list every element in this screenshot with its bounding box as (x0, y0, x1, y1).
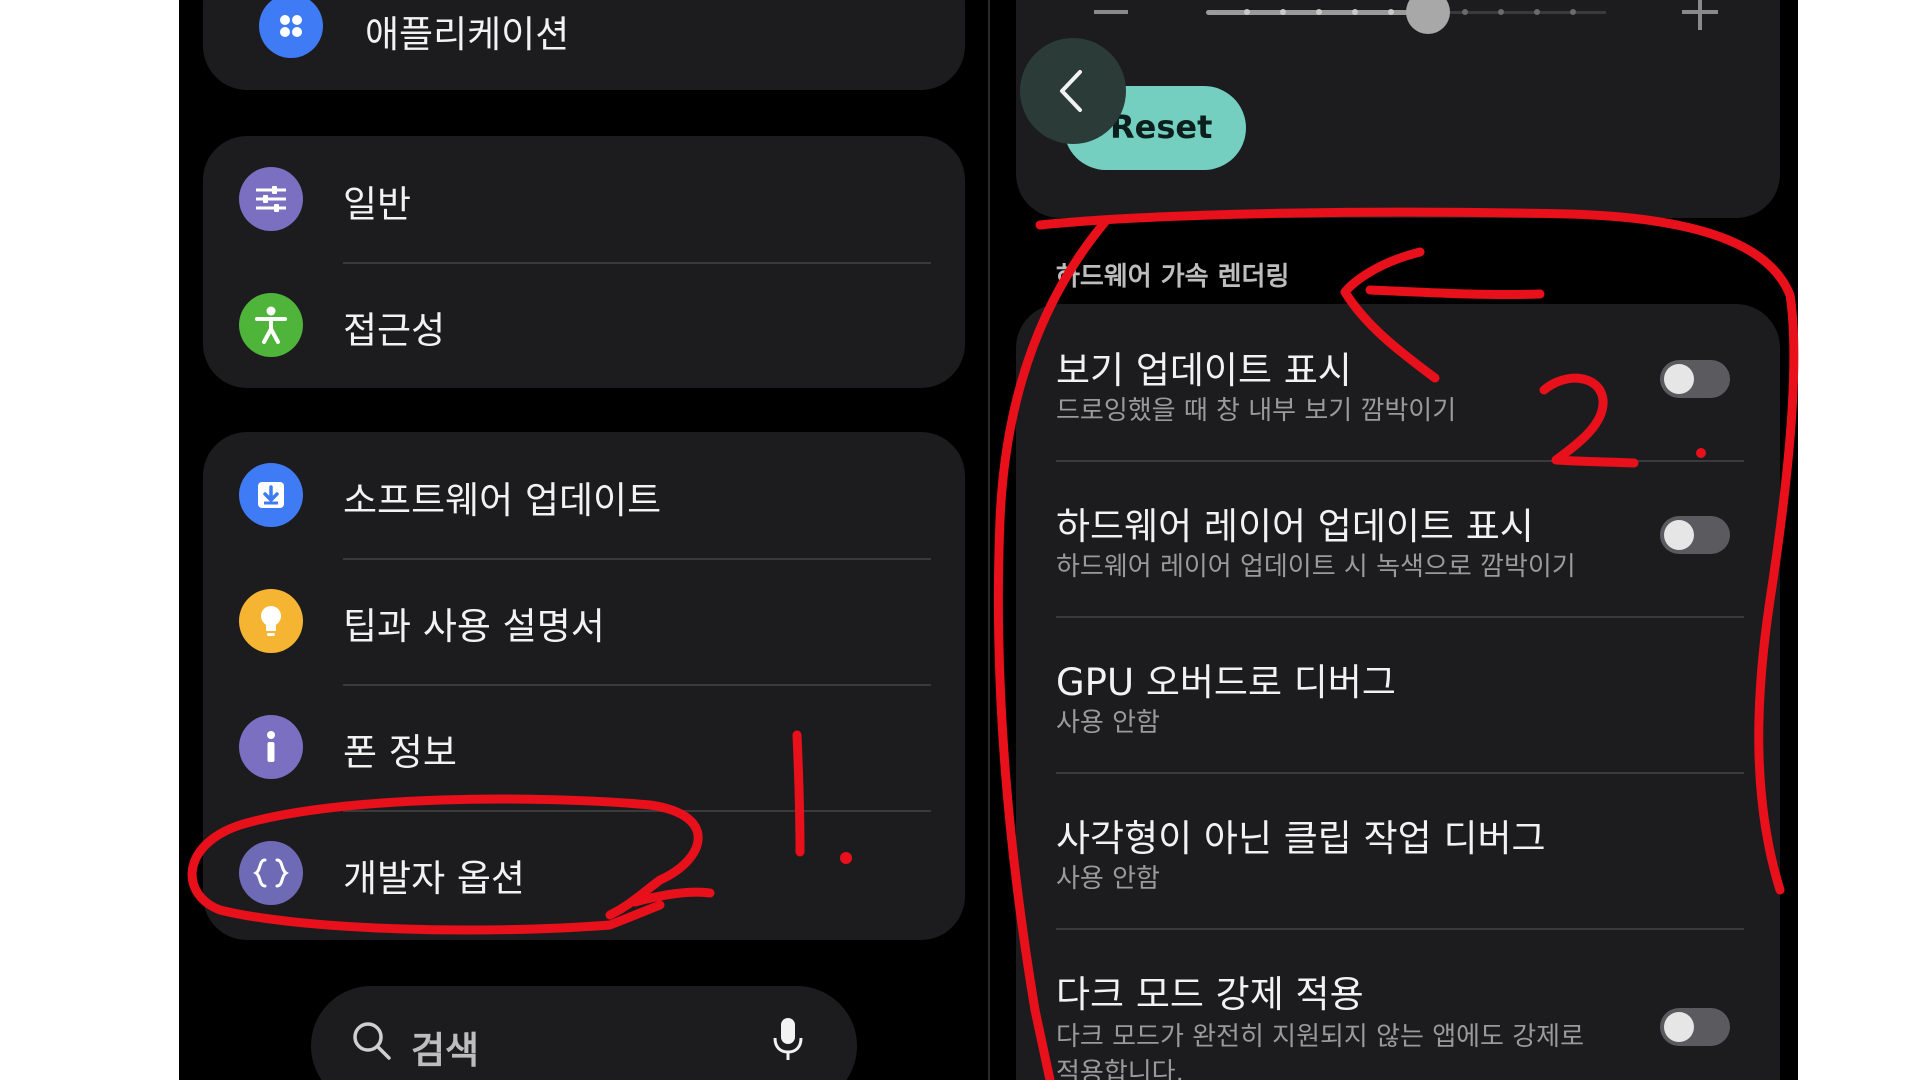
menu-item-apps[interactable]: 애플리케이션 (203, 0, 965, 90)
general-label: 일반 (343, 183, 412, 226)
plus-icon[interactable] (1682, 0, 1718, 30)
setting-subtitle: 다크 모드가 완전히 지원되지 않는 앱에도 강제로 (1056, 1022, 1584, 1052)
setting-show-view-updates[interactable]: 보기 업데이트 표시 드로잉했을 때 창 내부 보기 깜박이기 (1016, 304, 1780, 460)
search-icon (351, 1020, 393, 1066)
phone-info-label: 폰 정보 (343, 731, 457, 774)
back-button[interactable] (1020, 38, 1126, 144)
developer-options-panel: Reset 하드웨어 가속 렌더링 보기 업데이트 표시 드로잉했을 때 창 내… (990, 0, 1798, 1080)
info-icon (239, 715, 303, 779)
setting-title: 다크 모드 강제 적용 (1056, 973, 1364, 1016)
toggle-switch[interactable] (1660, 516, 1730, 554)
section-header: 하드웨어 가속 렌더링 (1056, 262, 1290, 292)
general-card: 일반 접근성 (203, 136, 965, 388)
microphone-icon[interactable] (771, 1016, 805, 1066)
setting-gpu-overdraw[interactable]: GPU 오버드로 디버그 사용 안함 (1016, 616, 1780, 772)
toggle-switch[interactable] (1660, 1008, 1730, 1046)
minus-icon[interactable] (1094, 10, 1128, 14)
menu-item-general[interactable]: 일반 (203, 136, 965, 262)
setting-subtitle: 드로잉했을 때 창 내부 보기 깜박이기 (1056, 396, 1457, 426)
menu-item-software-update[interactable]: 소프트웨어 업데이트 (203, 432, 965, 558)
download-icon (239, 463, 303, 527)
menu-item-accessibility[interactable]: 접근성 (203, 262, 965, 388)
apps-label: 애플리케이션 (365, 13, 570, 56)
setting-non-rect-clip[interactable]: 사각형이 아닌 클립 작업 디버그 사용 안함 (1016, 772, 1780, 928)
setting-subtitle: 하드웨어 레이어 업데이트 시 녹색으로 깜박이기 (1056, 552, 1576, 582)
rendering-settings-card: 보기 업데이트 표시 드로잉했을 때 창 내부 보기 깜박이기 하드웨어 레이어… (1016, 304, 1780, 1080)
chevron-left-icon (1060, 70, 1082, 112)
settings-menu-panel: 애플리케이션 일반 접근성 소프트웨어 업데이트 팁과 사용 설명서 폰 정보 … (179, 0, 988, 1080)
setting-title: 보기 업데이트 표시 (1056, 349, 1352, 392)
braces-icon (239, 841, 303, 905)
setting-show-hardware-layer-updates[interactable]: 하드웨어 레이어 업데이트 표시 하드웨어 레이어 업데이트 시 녹색으로 깜박… (1016, 460, 1780, 616)
setting-subtitle: 사용 안함 (1056, 708, 1160, 738)
setting-title: 사각형이 아닌 클립 작업 디버그 (1056, 817, 1546, 860)
sliders-icon (239, 167, 303, 231)
setting-subtitle: 사용 안함 (1056, 864, 1160, 894)
menu-item-phone-info[interactable]: 폰 정보 (203, 684, 965, 810)
search-bar[interactable]: 검색 (311, 986, 857, 1080)
accessibility-icon (239, 293, 303, 357)
setting-subtitle-line2: 적용합니다. (1056, 1058, 1184, 1080)
system-card: 소프트웨어 업데이트 팁과 사용 설명서 폰 정보 개발자 옵션 (203, 432, 965, 940)
setting-title: GPU 오버드로 디버그 (1056, 661, 1396, 704)
search-placeholder: 검색 (411, 1029, 480, 1072)
apps-grid-icon (259, 0, 323, 58)
accessibility-label: 접근성 (343, 309, 446, 352)
tips-label: 팁과 사용 설명서 (343, 605, 605, 648)
scale-slider[interactable] (1206, 0, 1606, 34)
menu-item-tips[interactable]: 팁과 사용 설명서 (203, 558, 965, 684)
developer-options-label: 개발자 옵션 (343, 857, 525, 900)
software-update-label: 소프트웨어 업데이트 (343, 479, 662, 522)
animation-scale-card: Reset (1016, 0, 1780, 218)
toggle-switch[interactable] (1660, 360, 1730, 398)
apps-card: 애플리케이션 (203, 0, 965, 90)
slider-thumb[interactable] (1406, 0, 1450, 34)
setting-title: 하드웨어 레이어 업데이트 표시 (1056, 505, 1534, 548)
setting-force-dark-mode[interactable]: 다크 모드 강제 적용 다크 모드가 완전히 지원되지 않는 앱에도 강제로 적… (1016, 928, 1780, 1080)
menu-item-developer-options[interactable]: 개발자 옵션 (203, 810, 965, 936)
lightbulb-icon (239, 589, 303, 653)
